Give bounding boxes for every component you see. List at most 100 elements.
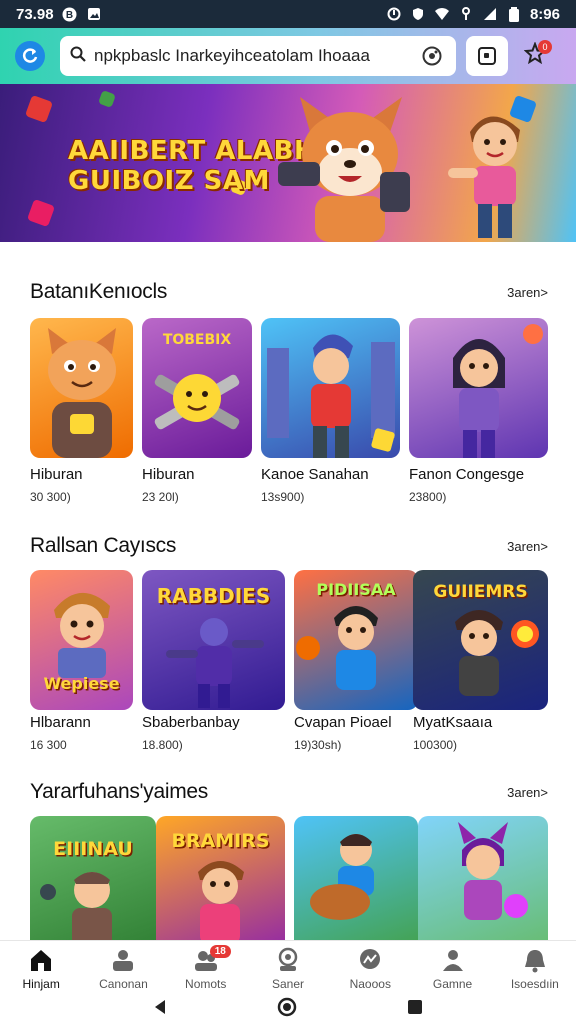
game-count: 23 20l) — [142, 490, 179, 504]
game-card-row: TOBEBIX Hiburan 30 300) Hiburan 23 20l) … — [30, 318, 548, 504]
nav-label: Saner — [271, 977, 304, 991]
explorer-character-art — [40, 872, 112, 940]
search-icon — [70, 46, 86, 67]
game-card-thumbnail[interactable] — [409, 318, 548, 458]
game-title[interactable]: MyatKsaaıa — [413, 714, 492, 731]
game-count: 13s900) — [261, 490, 305, 504]
search-input[interactable] — [94, 46, 410, 66]
game-card-row: Wepiese RABBDIES PIDIISAA GUIIEMRS Hlbar… — [30, 570, 548, 752]
person-icon — [110, 947, 136, 973]
battery-icon — [506, 6, 522, 22]
game-title[interactable]: Fanon Congesge — [409, 466, 524, 483]
bottom-nav: Hinjam Canonan 18 Nomots Saner Naooos Ga… — [0, 940, 576, 994]
nav-label: Isoesdıin — [510, 977, 559, 991]
cat-character-art — [48, 328, 116, 458]
nav-item-home[interactable]: Hinjam — [5, 947, 77, 991]
app-header: 0 — [0, 28, 576, 84]
nav-item-gamne[interactable]: Gamne — [417, 947, 489, 991]
nav-item-isoesdiin[interactable]: Isoesdıin — [499, 947, 571, 991]
game-card-thumbnail[interactable]: BRAMIRS — [156, 816, 285, 940]
game-count: 30 300) — [30, 490, 71, 504]
tabs-icon — [478, 47, 496, 65]
game-card-thumbnail[interactable]: GUIIEMRS — [413, 570, 548, 710]
nav-label: Gamne — [432, 977, 473, 991]
game-title[interactable]: Hiburan — [142, 466, 195, 483]
see-all-link[interactable]: 3aren> — [507, 785, 548, 800]
fox-character — [278, 97, 410, 242]
game-card-thumbnail[interactable]: EIIINAU — [30, 816, 156, 940]
nav-item-nomots[interactable]: 18 Nomots — [170, 945, 242, 991]
section-header: BatanıKenıocls 3aren> — [30, 280, 548, 304]
game-card-thumbnail[interactable]: TOBEBIX — [142, 318, 252, 458]
chat-icon — [357, 947, 383, 973]
block-icon — [24, 94, 54, 124]
block-icon — [26, 198, 56, 228]
see-all-link[interactable]: 3aren> — [507, 539, 548, 554]
see-all-link[interactable]: 3aren> — [507, 285, 548, 300]
recents-icon[interactable] — [407, 999, 423, 1020]
game-count: 19)30sh) — [294, 738, 342, 752]
game-title[interactable]: Cvapan Pioael — [294, 714, 392, 731]
nav-label: Hinjam — [22, 977, 60, 991]
game-title[interactable]: Sbaberbanbay — [142, 714, 240, 731]
sim-icon: B — [62, 6, 78, 22]
game-card-thumbnail[interactable] — [418, 816, 548, 940]
section-title: Rallsan Cayıscs — [30, 534, 177, 557]
nav-label: Nomots — [185, 977, 227, 991]
app-logo[interactable] — [10, 36, 50, 76]
tabs-button[interactable] — [466, 36, 508, 76]
user-icon — [440, 947, 466, 973]
search-box[interactable] — [60, 36, 456, 76]
status-time: 73.98 — [16, 5, 54, 23]
card-art-text: Wepiese — [43, 674, 120, 693]
image-icon — [86, 6, 102, 22]
game-card-thumbnail[interactable] — [261, 318, 400, 458]
game-card-thumbnail[interactable]: RABBDIES — [142, 570, 285, 710]
game-title[interactable]: Kanoe Sanahan — [261, 466, 369, 483]
game-title[interactable]: Hiburan — [30, 466, 83, 483]
shield-icon — [410, 6, 426, 22]
dumbbell-character-art: TOBEBIX — [154, 332, 240, 430]
section-title: Yararfuhans'yaimes — [30, 780, 208, 803]
game-count: 16 300 — [30, 738, 67, 752]
hero-character-art — [267, 334, 395, 458]
nav-item-canonan[interactable]: Canonan — [87, 947, 159, 991]
card-art-text: RABBDIES — [156, 584, 271, 608]
nav-label: Canonan — [99, 977, 148, 991]
notifications-button[interactable]: 0 — [518, 36, 552, 76]
notification-icon — [522, 947, 548, 973]
block-icon — [98, 90, 116, 108]
notification-badge: 0 — [538, 40, 552, 54]
battery-time: 8:96 — [529, 5, 560, 23]
rider-character-art — [310, 834, 374, 920]
game-card-thumbnail[interactable]: Wepiese — [30, 570, 133, 710]
svg-text:TOBEBIX: TOBEBIX — [163, 332, 232, 348]
home-icon — [28, 947, 54, 973]
nav-label: Naooos — [349, 977, 391, 991]
refresh-icon — [15, 41, 45, 71]
heroine-character-art — [453, 324, 543, 458]
wifi-icon — [434, 6, 450, 22]
back-icon[interactable] — [153, 999, 167, 1020]
game-count: 18.800) — [142, 738, 183, 752]
game-title[interactable]: Hlbarann — [30, 714, 91, 731]
nav-item-saner[interactable]: Saner — [252, 947, 324, 991]
card-art-text: PIDIISAA — [316, 580, 396, 599]
home-circle-icon[interactable] — [277, 997, 297, 1022]
promo-banner[interactable]: AAIIBERT ALABH GUIBOIZ SAM — [0, 84, 576, 242]
card-art-text: BRAMIRS — [171, 830, 270, 852]
sync-icon — [386, 6, 402, 22]
game-card-thumbnail[interactable]: PIDIISAA — [294, 570, 418, 710]
game-count: 23800) — [409, 490, 447, 504]
game-card-thumbnail[interactable] — [30, 318, 133, 458]
system-nav-bar — [0, 994, 576, 1024]
nav-badge: 18 — [209, 945, 231, 958]
cat-girl-character-art — [458, 822, 528, 920]
nav-item-naooos[interactable]: Naooos — [334, 947, 406, 991]
game-card-thumbnail[interactable] — [294, 816, 418, 940]
kid-character — [448, 116, 520, 238]
game-card-row: EIIINAU BRAMIRS — [30, 816, 548, 940]
lens-icon[interactable] — [418, 42, 446, 70]
card-art-text: GUIIEMRS — [433, 582, 528, 602]
status-bar: 73.98 B 8:96 — [0, 0, 576, 28]
